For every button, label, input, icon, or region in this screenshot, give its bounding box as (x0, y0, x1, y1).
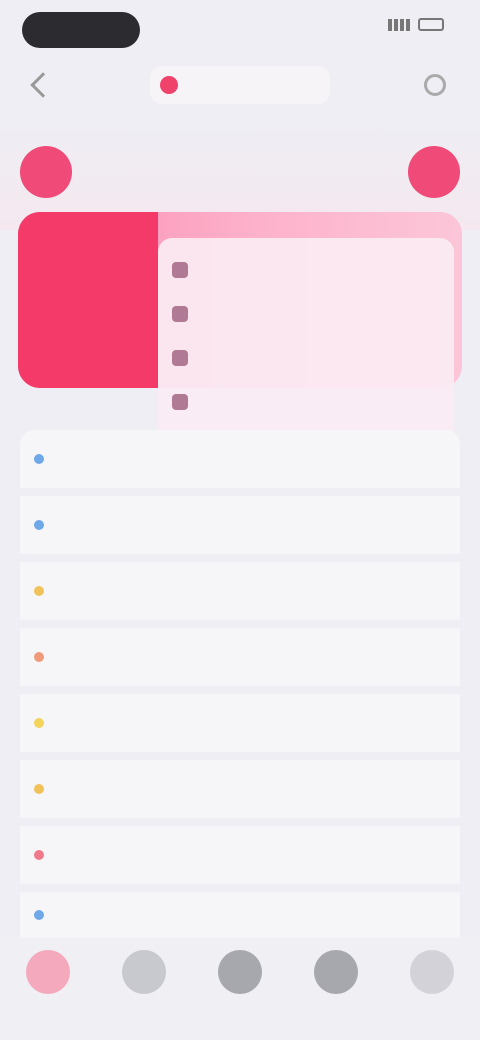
list-item[interactable] (20, 430, 460, 488)
row-icon (34, 718, 44, 728)
menu-item[interactable] (172, 380, 440, 424)
status-time (22, 12, 140, 48)
menu-item[interactable] (172, 336, 440, 380)
nav-bar (0, 56, 480, 116)
tab-messages[interactable] (301, 950, 371, 998)
list-item[interactable] (20, 694, 460, 752)
row-icon (34, 520, 44, 530)
back-icon[interactable] (30, 72, 56, 98)
settings-list (20, 430, 460, 938)
row-icon (34, 784, 44, 794)
list-item[interactable] (20, 496, 460, 554)
more-icon[interactable] (424, 74, 446, 96)
feature-left-item[interactable] (42, 238, 142, 278)
nav-title-button[interactable] (150, 66, 330, 104)
brand-logo-icon (160, 76, 178, 94)
row-icon (34, 652, 44, 662)
row-icon (34, 586, 44, 596)
status-indicators (388, 18, 444, 31)
home-icon (26, 950, 70, 994)
menu-icon (172, 350, 188, 366)
row-icon (34, 454, 44, 464)
tab-discover[interactable] (109, 950, 179, 998)
battery-icon (418, 18, 444, 31)
list-item[interactable] (20, 760, 460, 818)
feature-left-item[interactable] (42, 312, 142, 352)
row-icon (34, 850, 44, 860)
list-item[interactable] (20, 628, 460, 686)
menu-item[interactable] (172, 248, 440, 292)
tab-home[interactable] (13, 950, 83, 998)
hero-left-button[interactable] (20, 146, 72, 198)
status-bar (0, 0, 480, 52)
discover-icon (122, 950, 166, 994)
profile-icon (410, 950, 454, 994)
messages-icon (314, 950, 358, 994)
list-item[interactable] (20, 562, 460, 620)
menu-icon (172, 394, 188, 410)
row-icon (34, 910, 44, 920)
tab-profile[interactable] (397, 950, 467, 998)
menu-icon (172, 306, 188, 322)
signal-icon (388, 18, 410, 31)
hero-right-button[interactable] (408, 146, 460, 198)
list-item[interactable] (20, 826, 460, 884)
tab-center[interactable] (205, 950, 275, 998)
dropdown-menu (158, 238, 454, 460)
menu-icon (172, 262, 188, 278)
feature-left-panel (18, 212, 158, 388)
center-action-icon (218, 950, 262, 994)
tab-bar (0, 938, 480, 1040)
menu-item[interactable] (172, 292, 440, 336)
list-item[interactable] (20, 892, 460, 938)
